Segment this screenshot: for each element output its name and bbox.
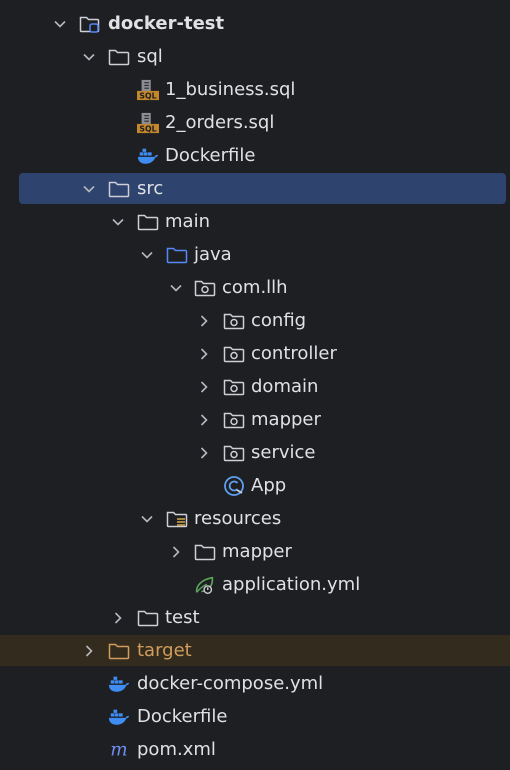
- tree-node-controller-package[interactable]: controller: [0, 338, 510, 369]
- chevron-right-icon[interactable]: [81, 635, 97, 666]
- chevron-down-icon[interactable]: [81, 173, 97, 204]
- tree-node-mapper-package[interactable]: mapper: [0, 404, 510, 435]
- tree-node-label: pom.xml: [137, 739, 216, 760]
- sql-badge-text: SQL: [139, 124, 156, 133]
- tree-node-label: App: [251, 475, 287, 496]
- docker-icon: [108, 701, 130, 732]
- tree-node-label: 1_business.sql: [165, 79, 296, 100]
- tree-node-label: controller: [251, 343, 337, 364]
- tree-node-main-folder[interactable]: main: [0, 206, 510, 237]
- svg-text:m: m: [110, 740, 127, 760]
- tree-node-label: 2_orders.sql: [165, 112, 275, 133]
- chevron-right-icon[interactable]: [196, 338, 212, 369]
- source-root-folder-icon: [166, 239, 188, 270]
- package-folder-icon: [223, 305, 245, 336]
- package-folder-icon: [223, 404, 245, 435]
- folder-icon: [108, 41, 130, 72]
- package-folder-icon: [194, 272, 216, 303]
- package-folder-icon: [223, 338, 245, 369]
- tree-node-label: domain: [251, 376, 319, 397]
- resources-folder-icon: [166, 503, 188, 534]
- chevron-down-icon[interactable]: [139, 239, 155, 270]
- chevron-down-icon[interactable]: [81, 41, 97, 72]
- folder-icon: [194, 536, 216, 567]
- folder-icon: [137, 602, 159, 633]
- spring-config-icon: [194, 569, 216, 600]
- tree-node-target-folder[interactable]: target: [0, 635, 510, 666]
- tree-node-label: target: [137, 640, 192, 661]
- project-tree: docker-test sql SQL 1_business.sql SQL 2…: [0, 0, 510, 770]
- tree-node-file-pom-xml[interactable]: m pom.xml: [0, 734, 510, 765]
- chevron-down-icon[interactable]: [168, 272, 184, 303]
- chevron-right-icon[interactable]: [110, 602, 126, 633]
- tree-node-label: src: [137, 178, 164, 199]
- tree-node-label: resources: [194, 508, 282, 529]
- tree-node-mapper-resource-folder[interactable]: mapper: [0, 536, 510, 567]
- tree-node-label: config: [251, 310, 307, 331]
- sql-badge-text: SQL: [139, 91, 156, 100]
- tree-node-label: docker-compose.yml: [137, 673, 324, 694]
- excluded-highlight: [0, 635, 510, 666]
- tree-node-file-dockerfile-root[interactable]: Dockerfile: [0, 701, 510, 732]
- tree-node-file-docker-compose-yml[interactable]: docker-compose.yml: [0, 668, 510, 699]
- sql-file-icon: SQL: [137, 74, 159, 105]
- tree-node-file-application-yml[interactable]: application.yml: [0, 569, 510, 600]
- tree-node-service-package[interactable]: service: [0, 437, 510, 468]
- tree-node-label: sql: [137, 46, 163, 67]
- package-folder-icon: [223, 437, 245, 468]
- tree-node-file-2-orders-sql[interactable]: SQL 2_orders.sql: [0, 107, 510, 138]
- folder-icon: [108, 173, 130, 204]
- chevron-right-icon[interactable]: [196, 437, 212, 468]
- sql-file-icon: SQL: [137, 107, 159, 138]
- tree-node-file-1-business-sql[interactable]: SQL 1_business.sql: [0, 74, 510, 105]
- chevron-down-icon[interactable]: [52, 8, 68, 39]
- tree-node-label: mapper: [222, 541, 292, 562]
- tree-node-app-class[interactable]: App: [0, 470, 510, 501]
- tree-node-com-llh-package[interactable]: com.llh: [0, 272, 510, 303]
- folder-icon: [137, 206, 159, 237]
- tree-node-config-package[interactable]: config: [0, 305, 510, 336]
- tree-node-label: Dockerfile: [165, 145, 256, 166]
- tree-node-label: service: [251, 442, 316, 463]
- package-folder-icon: [223, 371, 245, 402]
- maven-icon: m: [108, 734, 130, 765]
- tree-node-label: main: [165, 211, 210, 232]
- chevron-right-icon[interactable]: [196, 404, 212, 435]
- tree-node-docker-test[interactable]: docker-test: [0, 8, 510, 39]
- tree-node-label: docker-test: [108, 13, 225, 34]
- java-class-icon: [223, 470, 245, 501]
- module-folder-icon: [79, 8, 101, 39]
- chevron-right-icon[interactable]: [196, 305, 212, 336]
- docker-icon: [137, 140, 159, 171]
- tree-node-resources-folder[interactable]: resources: [0, 503, 510, 534]
- tree-node-sql-folder[interactable]: sql: [0, 41, 510, 72]
- docker-icon: [108, 668, 130, 699]
- tree-node-domain-package[interactable]: domain: [0, 371, 510, 402]
- chevron-down-icon[interactable]: [139, 503, 155, 534]
- tree-node-label: com.llh: [222, 277, 288, 298]
- tree-node-test-folder[interactable]: test: [0, 602, 510, 633]
- tree-node-file-dockerfile-sql[interactable]: Dockerfile: [0, 140, 510, 171]
- chevron-right-icon[interactable]: [196, 371, 212, 402]
- excluded-folder-icon: [108, 635, 130, 666]
- chevron-right-icon[interactable]: [168, 536, 184, 567]
- chevron-down-icon[interactable]: [110, 206, 126, 237]
- tree-node-label: test: [165, 607, 200, 628]
- tree-node-java-folder[interactable]: java: [0, 239, 510, 270]
- tree-node-label: Dockerfile: [137, 706, 228, 727]
- tree-node-src-folder[interactable]: src: [0, 173, 510, 204]
- tree-node-label: mapper: [251, 409, 321, 430]
- tree-node-label: java: [194, 244, 232, 265]
- tree-node-label: application.yml: [222, 574, 361, 595]
